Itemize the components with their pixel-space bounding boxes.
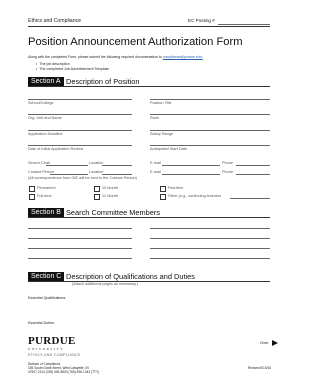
other-field[interactable]	[230, 198, 270, 199]
search-chair-phone-field[interactable]	[236, 165, 270, 166]
rank-label: Rank	[150, 116, 159, 120]
committee-member-field[interactable]	[150, 228, 270, 229]
purdue-logo: PURDUE UNIVERSITY	[28, 335, 76, 352]
arrow-right-icon[interactable]	[272, 340, 278, 346]
intro-sentence: Along with the completed Form, please su…	[28, 55, 162, 59]
logo-subtitle: UNIVERSITY	[28, 347, 65, 351]
position-title-label: Position Title	[150, 101, 172, 105]
position-title-field[interactable]	[150, 99, 270, 100]
committee-member-field[interactable]	[28, 248, 132, 249]
search-chair-location-field[interactable]	[102, 165, 132, 166]
contact-person-field[interactable]	[50, 174, 88, 175]
other-label: Other (e.g., continuing lecturers	[168, 194, 222, 198]
compliance-email-link[interactable]: compliance@purdue.edu:	[163, 55, 203, 59]
committee-member-field[interactable]	[28, 258, 132, 259]
contact-location-field[interactable]	[102, 174, 132, 175]
salary-range-label: Salary Range	[150, 132, 174, 136]
rank-field[interactable]	[150, 114, 270, 115]
contact-email-label: E-mail	[150, 170, 161, 174]
contact-email-field[interactable]	[162, 174, 220, 175]
school-college-label: School/College	[28, 101, 54, 105]
over-label: Over	[260, 340, 269, 345]
contact-phone-label: Phone	[222, 170, 233, 174]
full-time-checkbox[interactable]	[29, 194, 35, 200]
ten-month-checkbox[interactable]	[94, 186, 100, 192]
twelve-month-checkbox[interactable]	[94, 194, 100, 200]
revised-date: Revised 6/15/16	[248, 366, 272, 370]
committee-member-field[interactable]	[150, 248, 270, 249]
essential-qualifications-label: Essential Qualifications:	[28, 296, 67, 300]
application-deadline-label: Application Deadline	[28, 132, 63, 136]
section-c-title: Description of Qualifications and Duties	[66, 272, 195, 281]
header-divider	[28, 26, 270, 27]
search-chair-email-field[interactable]	[162, 165, 220, 166]
full-time-label: Full-time	[37, 194, 52, 198]
section-b-title: Search Committee Members	[66, 208, 161, 217]
contact-phone-field[interactable]	[236, 174, 270, 175]
school-college-field[interactable]	[28, 99, 132, 100]
logo-wordmark: PURDUE	[28, 335, 76, 347]
permanent-label: Permanent	[37, 186, 56, 190]
other-checkbox[interactable]	[160, 194, 166, 200]
section-a-tab: Section A	[28, 77, 64, 86]
initial-review-label: Date of Initial Application Review	[28, 147, 84, 151]
intro-bullet-1: • The job description	[36, 62, 70, 66]
bullet-text: The completed Job Advertisement Template	[39, 67, 110, 71]
address-line-3: 47907-2114 (765) 494-5830 (765) 496-1343…	[28, 370, 100, 374]
search-chair-phone-label: Phone	[222, 161, 233, 165]
start-date-label: Anticipated Start Date	[150, 147, 187, 151]
application-deadline-field[interactable]	[28, 130, 132, 131]
committee-member-field[interactable]	[28, 228, 132, 229]
part-time-checkbox[interactable]	[160, 186, 166, 192]
section-a-title: Description of Position	[66, 77, 140, 86]
permanent-checkbox[interactable]	[29, 186, 35, 192]
org-unit-field[interactable]	[28, 114, 132, 115]
posting-number-field[interactable]	[218, 24, 270, 25]
committee-member-field[interactable]	[28, 238, 132, 239]
ten-month-label: 10 Month	[102, 186, 118, 190]
org-unit-label: Org. Unit and Name	[28, 116, 62, 120]
salary-range-field[interactable]	[150, 130, 270, 131]
part-time-label: Part-time	[168, 186, 184, 190]
correspondence-note: (All correspondence from OIE will be sen…	[28, 176, 137, 180]
committee-member-field[interactable]	[150, 238, 270, 239]
start-date-field[interactable]	[150, 145, 270, 146]
section-b-rule	[28, 217, 270, 218]
essential-duties-label: Essential Duties:	[28, 321, 55, 325]
section-b-tab: Section B	[28, 208, 64, 217]
committee-member-field[interactable]	[150, 258, 270, 259]
page-title: Position Announcement Authorization Form	[28, 36, 243, 48]
twelve-month-label: 12 Month	[102, 194, 118, 198]
bullet-text: The job description	[39, 62, 70, 66]
posting-label: EC Posting #	[188, 18, 215, 23]
intro-bullet-2: • The completed Job Advertisement Templa…	[36, 67, 110, 71]
section-a-rule	[28, 86, 270, 87]
initial-review-field[interactable]	[28, 145, 132, 146]
department-name: ETHICS AND COMPLIANCE	[28, 353, 81, 357]
search-chair-email-label: E-mail	[150, 161, 161, 165]
org-name: Ethics and Compliance	[28, 18, 82, 24]
search-chair-field[interactable]	[46, 165, 88, 166]
intro-text: Along with the completed Form, please su…	[28, 55, 203, 59]
section-c-tab: Section C	[28, 272, 65, 281]
section-c-subtitle: (Attach additional pages as necessary.)	[72, 282, 139, 286]
section-c-rule	[28, 281, 270, 282]
